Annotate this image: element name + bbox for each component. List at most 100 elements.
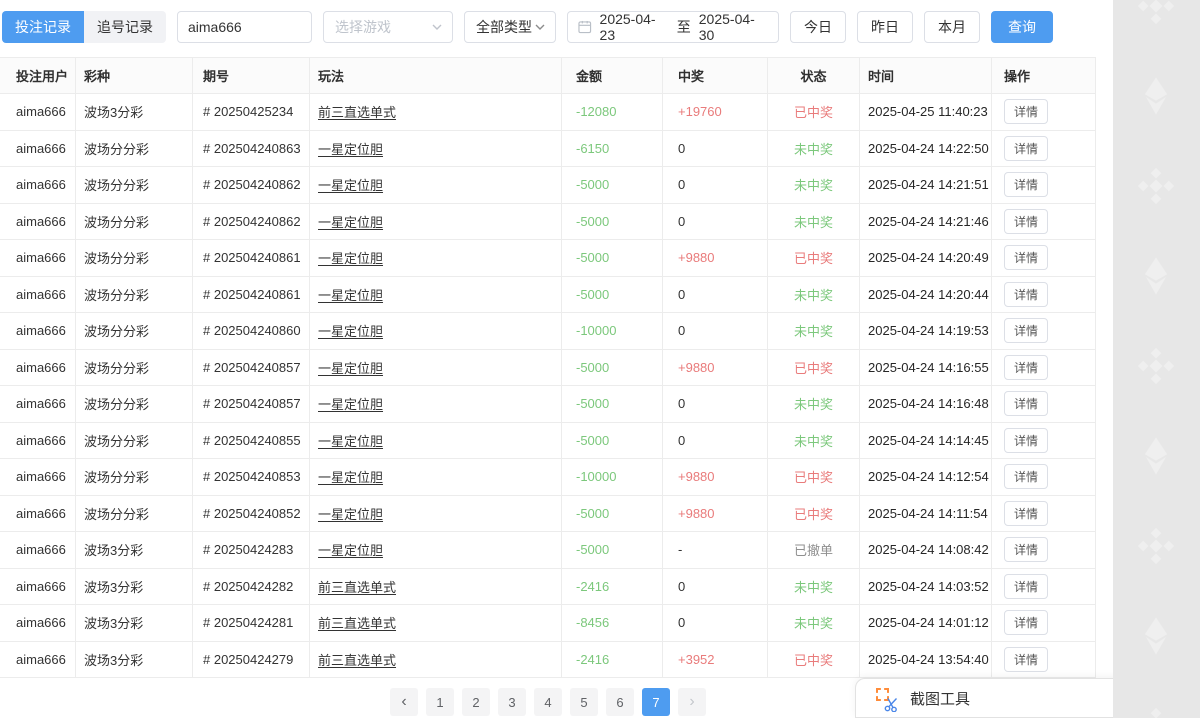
table-row: aima666波场分分彩# 202504240857一星定位胆-50000未中奖… <box>0 386 1096 423</box>
bnb-logo-watermark-icon <box>1135 345 1177 387</box>
cell-win: +3952 <box>663 642 768 679</box>
cell-status: 未中奖 <box>768 423 860 460</box>
cell-amount: -8456 <box>562 605 663 642</box>
play-type-link[interactable]: 一星定位胆 <box>318 175 383 194</box>
cell-lottery: 波场分分彩 <box>76 167 193 204</box>
detail-button[interactable]: 详情 <box>1004 318 1048 343</box>
cell-win: 0 <box>663 167 768 204</box>
cell-time: 2025-04-24 14:21:46 <box>860 204 992 241</box>
game-select[interactable]: 选择游戏 <box>323 11 453 43</box>
cell-user: aima666 <box>0 131 76 168</box>
detail-button[interactable]: 详情 <box>1004 282 1048 307</box>
month-button[interactable]: 本月 <box>924 11 980 43</box>
cell-play: 一星定位胆 <box>310 313 562 350</box>
tab-chase-records[interactable]: 追号记录 <box>84 11 166 43</box>
detail-button[interactable]: 详情 <box>1004 501 1048 526</box>
play-type-link[interactable]: 一星定位胆 <box>318 394 383 413</box>
page-button[interactable]: 2 <box>462 688 490 716</box>
side-watermark-strip <box>1113 0 1200 718</box>
eth-logo-watermark-icon <box>1135 615 1177 657</box>
detail-button[interactable]: 详情 <box>1004 99 1048 124</box>
date-range-picker[interactable]: 2025-04-23 至 2025-04-30 <box>567 11 779 43</box>
cell-time: 2025-04-24 14:03:52 <box>860 569 992 606</box>
cell-lottery: 波场3分彩 <box>76 642 193 679</box>
page-button[interactable]: 5 <box>570 688 598 716</box>
record-type-tabs: 投注记录 追号记录 <box>2 11 166 43</box>
page-button[interactable]: 1 <box>426 688 454 716</box>
cell-operation: 详情 <box>992 277 1096 314</box>
play-type-link[interactable]: 一星定位胆 <box>318 504 383 523</box>
game-select-placeholder: 选择游戏 <box>335 17 391 37</box>
filter-toolbar: 投注记录 追号记录 选择游戏 全部类型 2025-04-23 至 2025-04… <box>2 11 1053 43</box>
yesterday-button[interactable]: 昨日 <box>857 11 913 43</box>
query-button[interactable]: 查询 <box>991 11 1053 43</box>
cell-operation: 详情 <box>992 204 1096 241</box>
prev-page-button[interactable]: ‹ <box>390 688 418 716</box>
play-type-link[interactable]: 前三直选单式 <box>318 102 396 121</box>
column-header: 时间 <box>860 58 992 94</box>
page-button[interactable]: 3 <box>498 688 526 716</box>
play-type-link[interactable]: 一星定位胆 <box>318 540 383 559</box>
play-type-link[interactable]: 前三直选单式 <box>318 650 396 669</box>
cell-user: aima666 <box>0 459 76 496</box>
cell-user: aima666 <box>0 532 76 569</box>
play-type-link[interactable]: 一星定位胆 <box>318 139 383 158</box>
play-type-link[interactable]: 前三直选单式 <box>318 577 396 596</box>
cell-issue: # 20250424279 <box>193 642 310 679</box>
column-header: 投注用户 <box>0 58 76 94</box>
column-header: 操作 <box>992 58 1096 94</box>
page-button[interactable]: 6 <box>606 688 634 716</box>
cell-user: aima666 <box>0 605 76 642</box>
cell-win: +19760 <box>663 94 768 131</box>
play-type-link[interactable]: 一星定位胆 <box>318 467 383 486</box>
detail-button[interactable]: 详情 <box>1004 537 1048 562</box>
table-row: aima666波场分分彩# 202504240857一星定位胆-5000+988… <box>0 350 1096 387</box>
next-page-button[interactable]: › <box>678 688 706 716</box>
type-select[interactable]: 全部类型 <box>464 11 556 43</box>
detail-button[interactable]: 详情 <box>1004 428 1048 453</box>
detail-button[interactable]: 详情 <box>1004 610 1048 635</box>
cell-issue: # 202504240861 <box>193 277 310 314</box>
play-type-link[interactable]: 一星定位胆 <box>318 248 383 267</box>
cell-user: aima666 <box>0 240 76 277</box>
table-row: aima666波场3分彩# 20250425234前三直选单式-12080+19… <box>0 94 1096 131</box>
cell-win: 0 <box>663 605 768 642</box>
cell-play: 一星定位胆 <box>310 386 562 423</box>
today-button[interactable]: 今日 <box>790 11 846 43</box>
cell-status: 已中奖 <box>768 642 860 679</box>
detail-button[interactable]: 详情 <box>1004 172 1048 197</box>
play-type-link[interactable]: 一星定位胆 <box>318 358 383 377</box>
username-input[interactable] <box>177 11 312 43</box>
detail-button[interactable]: 详情 <box>1004 464 1048 489</box>
detail-button[interactable]: 详情 <box>1004 574 1048 599</box>
detail-button[interactable]: 详情 <box>1004 245 1048 270</box>
page-button[interactable]: 4 <box>534 688 562 716</box>
date-end: 2025-04-30 <box>699 11 768 43</box>
detail-button[interactable]: 详情 <box>1004 391 1048 416</box>
play-type-link[interactable]: 一星定位胆 <box>318 285 383 304</box>
play-type-link[interactable]: 一星定位胆 <box>318 321 383 340</box>
detail-button[interactable]: 详情 <box>1004 136 1048 161</box>
detail-button[interactable]: 详情 <box>1004 209 1048 234</box>
detail-button[interactable]: 详情 <box>1004 647 1048 672</box>
cell-issue: # 202504240855 <box>193 423 310 460</box>
cell-status: 未中奖 <box>768 204 860 241</box>
page-button[interactable]: 7 <box>642 688 670 716</box>
play-type-link[interactable]: 一星定位胆 <box>318 212 383 231</box>
cell-status: 未中奖 <box>768 167 860 204</box>
column-header: 中奖 <box>663 58 768 94</box>
cell-play: 一星定位胆 <box>310 277 562 314</box>
cell-status: 未中奖 <box>768 605 860 642</box>
cell-operation: 详情 <box>992 131 1096 168</box>
play-type-link[interactable]: 前三直选单式 <box>318 613 396 632</box>
cell-issue: # 202504240863 <box>193 131 310 168</box>
cell-operation: 详情 <box>992 350 1096 387</box>
tab-bet-records[interactable]: 投注记录 <box>2 11 84 43</box>
play-type-link[interactable]: 一星定位胆 <box>318 431 383 450</box>
table-row: aima666波场3分彩# 20250424282前三直选单式-24160未中奖… <box>0 569 1096 606</box>
cell-operation: 详情 <box>992 532 1096 569</box>
detail-button[interactable]: 详情 <box>1004 355 1048 380</box>
cell-status: 未中奖 <box>768 386 860 423</box>
cell-amount: -5000 <box>562 240 663 277</box>
cell-user: aima666 <box>0 423 76 460</box>
